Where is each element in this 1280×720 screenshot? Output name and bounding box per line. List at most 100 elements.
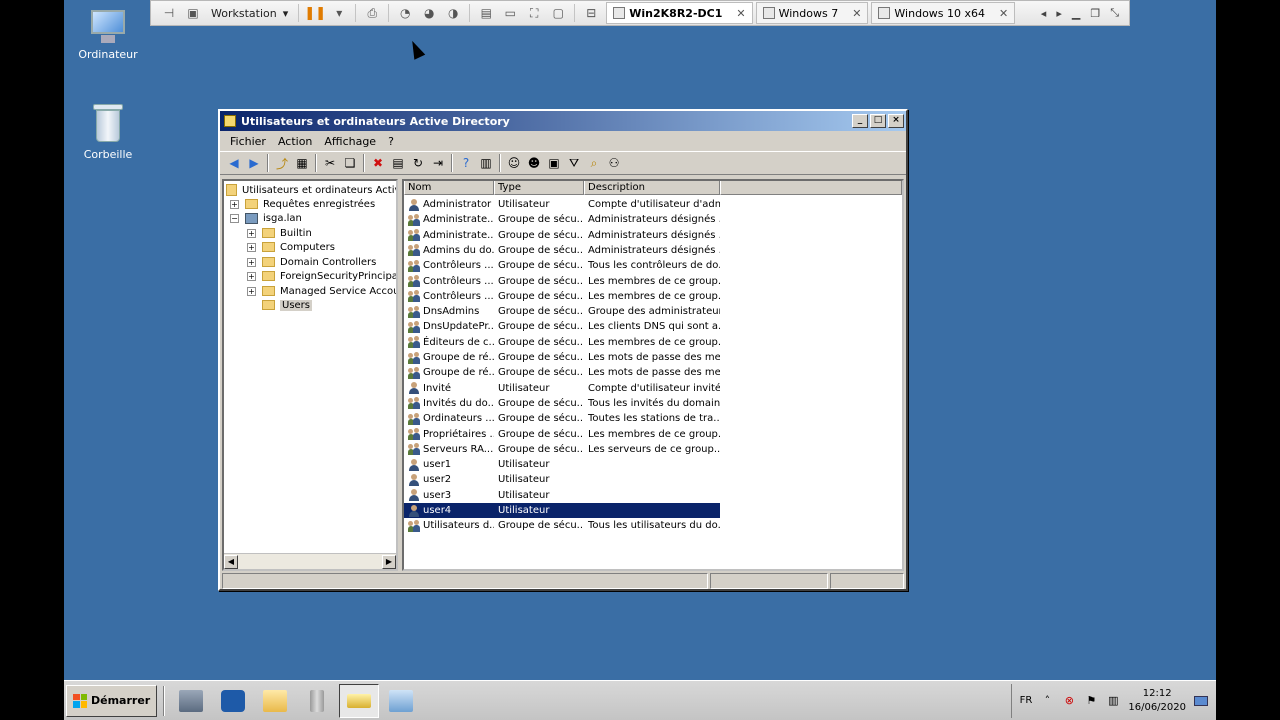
tree-item-users[interactable]: Users xyxy=(262,298,313,312)
table-row[interactable]: Propriétaires ... Groupe de sécu... Les me… xyxy=(404,427,720,442)
maximize-button[interactable]: □ xyxy=(870,114,886,128)
back-icon[interactable]: ◀ xyxy=(225,154,243,172)
unity-icon[interactable]: ▢ xyxy=(547,3,569,23)
export-list-icon[interactable]: ⇥ xyxy=(429,154,447,172)
chevron-down-icon[interactable]: ▾ xyxy=(328,3,350,23)
tree-item-foreign-security-principals[interactable]: + ForeignSecurityPrincipals xyxy=(247,269,396,283)
table-row[interactable]: Administrate... Groupe de sécu... Administ… xyxy=(404,228,720,243)
horizontal-scrollbar[interactable]: ◀ ▶ xyxy=(224,553,396,569)
new-user-icon[interactable]: ☺ xyxy=(505,154,523,172)
copy-icon[interactable]: ❏ xyxy=(341,154,359,172)
table-row[interactable]: Contrôleurs ... Groupe de sécu... Les memb… xyxy=(404,289,720,304)
show-desktop-icon[interactable] xyxy=(1194,695,1208,706)
aduc-taskbar-button[interactable] xyxy=(339,683,380,718)
network-button[interactable] xyxy=(381,684,421,718)
exit-fullscreen-icon[interactable]: ⤡ xyxy=(1110,6,1119,20)
close-icon[interactable]: ✕ xyxy=(999,7,1008,20)
cut-icon[interactable]: ✂ xyxy=(321,154,339,172)
tab-win2k8r2-dc1[interactable]: Win2K8R2-DC1 ✕ xyxy=(606,2,753,24)
expand-icon[interactable]: + xyxy=(247,228,256,238)
scroll-right-arrow-icon[interactable]: ▶ xyxy=(382,554,396,569)
table-row[interactable]: Invités du do... Groupe de sécu... Tous le… xyxy=(404,396,720,411)
table-row[interactable]: Contrôleurs ... Groupe de sécu... Tous les… xyxy=(404,258,720,273)
network-warning-icon[interactable]: ⊗ xyxy=(1062,694,1076,708)
volume-icon[interactable]: ▥ xyxy=(1106,694,1120,708)
expand-icon[interactable]: + xyxy=(247,257,256,267)
tree-item-domain[interactable]: − isga.lan xyxy=(230,211,302,225)
table-row[interactable]: DnsAdmins Groupe de sécu... Groupe des adm… xyxy=(404,304,720,319)
help-icon[interactable]: ? xyxy=(457,154,475,172)
home-tab-icon[interactable]: ⊟ xyxy=(580,3,602,23)
scroll-left-arrow-icon[interactable]: ◀ xyxy=(224,554,238,569)
table-row[interactable]: Admins du do... Groupe de sécu... Administ… xyxy=(404,243,720,258)
minimize-button[interactable]: _ xyxy=(852,114,868,128)
scroll-right-icon[interactable]: ▸ xyxy=(1056,7,1062,20)
revert-snapshot-icon[interactable]: ◕ xyxy=(418,3,440,23)
expand-icon[interactable]: + xyxy=(230,199,239,209)
snapshot-icon[interactable]: ◔ xyxy=(394,3,416,23)
menu-affichage[interactable]: Affichage xyxy=(318,135,382,148)
table-row[interactable]: user4 Utilisateur xyxy=(404,503,720,518)
tab-windows-10[interactable]: Windows 10 x64 ✕ xyxy=(871,2,1016,24)
minimize-icon[interactable]: ▁ xyxy=(1072,7,1080,20)
filter-icon[interactable]: ⛛ xyxy=(565,154,583,172)
title-bar[interactable]: Utilisateurs et ordinateurs Active Direc… xyxy=(220,111,906,131)
refresh-icon[interactable]: ↻ xyxy=(409,154,427,172)
fullscreen-icon[interactable]: ⛶ xyxy=(523,3,545,23)
pin-icon[interactable]: ⊣ xyxy=(158,3,180,23)
new-ou-icon[interactable]: ▣ xyxy=(545,154,563,172)
new-group-icon[interactable]: ☻ xyxy=(525,154,543,172)
column-header-type[interactable]: Type xyxy=(494,181,584,195)
expand-icon[interactable]: + xyxy=(247,286,256,296)
table-row[interactable]: user1 Utilisateur xyxy=(404,457,720,472)
thumbnail-view-icon[interactable]: ▭ xyxy=(499,3,521,23)
table-row[interactable]: Serveurs RA... Groupe de sécu... Les serve… xyxy=(404,442,720,457)
clock[interactable]: 12:12 16/06/2020 xyxy=(1128,687,1186,715)
language-indicator[interactable]: FR xyxy=(1020,695,1033,706)
tree-item-domain-controllers[interactable]: + Domain Controllers xyxy=(247,255,376,269)
expand-icon[interactable]: + xyxy=(247,242,256,252)
table-row[interactable]: Groupe de ré... Groupe de sécu... Les mots… xyxy=(404,350,720,365)
delete-icon[interactable]: ✖ xyxy=(369,154,387,172)
up-folder-icon[interactable]: ⤴ xyxy=(273,154,291,172)
start-button[interactable]: Démarrer xyxy=(66,684,158,717)
tab-windows-7[interactable]: Windows 7 ✕ xyxy=(755,2,869,24)
snapshot-manager-icon[interactable]: ◑ xyxy=(442,3,464,23)
add-to-group-icon[interactable]: ⚇ xyxy=(605,154,623,172)
table-row[interactable]: Administrator Utilisateur Compte d'utilisa… xyxy=(404,197,720,212)
forward-icon[interactable]: ▶ xyxy=(245,154,263,172)
action-pane-icon[interactable]: ▥ xyxy=(477,154,495,172)
table-row[interactable]: Contrôleurs ... Groupe de sécu... Les memb… xyxy=(404,274,720,289)
tree-item-computers[interactable]: + Computers xyxy=(247,240,335,254)
powershell-button[interactable] xyxy=(213,684,253,718)
library-view-icon[interactable]: ▤ xyxy=(475,3,497,23)
show-tree-icon[interactable]: ▦ xyxy=(293,154,311,172)
pause-icon[interactable]: ❚❚ xyxy=(304,3,326,23)
table-row[interactable]: DnsUpdatePr... Groupe de sécu... Les clien… xyxy=(404,319,720,334)
close-icon[interactable]: ✕ xyxy=(852,7,861,20)
table-row[interactable]: Ordinateurs ... Groupe de sécu... Toutes l… xyxy=(404,411,720,426)
table-row[interactable]: user3 Utilisateur xyxy=(404,488,720,503)
server-manager-button[interactable] xyxy=(171,684,211,718)
action-center-flag-icon[interactable]: ⚑ xyxy=(1084,694,1098,708)
scroll-left-icon[interactable]: ◂ xyxy=(1041,7,1047,20)
menu-fichier[interactable]: Fichier xyxy=(224,135,272,148)
column-header-name[interactable]: Nom xyxy=(404,181,494,195)
tree-item-managed-service-accounts[interactable]: + Managed Service Accounts xyxy=(247,284,396,298)
menu-action[interactable]: Action xyxy=(272,135,318,148)
expand-icon[interactable]: + xyxy=(247,271,256,281)
menu-help[interactable]: ? xyxy=(382,135,400,148)
tree-root[interactable]: Utilisateurs et ordinateurs Active Di xyxy=(226,183,396,197)
send-ctrl-alt-del-icon[interactable]: ⎙ xyxy=(361,3,383,23)
table-row[interactable]: user2 Utilisateur xyxy=(404,472,720,487)
workstation-menu[interactable]: Workstation ▾ xyxy=(205,7,294,20)
tree-item-saved-queries[interactable]: + Requêtes enregistrées xyxy=(230,197,375,211)
explorer-button[interactable] xyxy=(255,684,295,718)
table-row[interactable]: Utilisateurs d... Groupe de sécu... Tous l… xyxy=(404,518,720,533)
tools-button[interactable] xyxy=(297,684,337,718)
find-icon[interactable]: ⌕ xyxy=(585,154,603,172)
properties-icon[interactable]: ▤ xyxy=(389,154,407,172)
desktop-icon-recycle-bin[interactable]: Corbeille xyxy=(68,104,148,161)
restore-icon[interactable]: ❐ xyxy=(1090,7,1100,20)
show-hidden-icons-icon[interactable]: ˄ xyxy=(1040,694,1054,708)
